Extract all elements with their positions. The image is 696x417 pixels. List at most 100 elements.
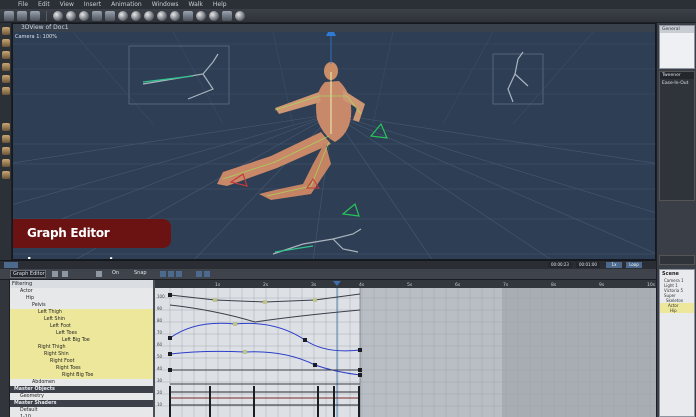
filtering-row[interactable]: Filtering	[10, 280, 153, 288]
y-tick-label: 20	[157, 390, 163, 395]
dolly-tool-icon[interactable]	[2, 159, 10, 167]
frame-all-icon[interactable]	[196, 271, 202, 277]
twist-tool-icon[interactable]	[2, 51, 10, 59]
rotate-icon[interactable]	[131, 10, 141, 21]
scale-tool-icon[interactable]	[2, 63, 10, 71]
y-tick-label: 40	[157, 366, 163, 371]
menu-file[interactable]: File	[18, 1, 28, 8]
general-tab-panel[interactable]: General	[659, 25, 695, 69]
tweener-panel: Tweener Ease-In-Out	[659, 71, 695, 201]
3d-viewport[interactable]: 3DView of Doc1 Camera 1: 100% Graph Edit…	[12, 23, 656, 260]
graph-area[interactable]: 1s 2s 3s 4s 5s 6s 7s 8s 9s 10s 100 90 80 70 60 50 40 30 2…	[155, 280, 656, 417]
tree-item[interactable]: Right Big Toe	[10, 372, 153, 379]
gear-icon[interactable]	[235, 10, 245, 21]
scene-item[interactable]: Hip	[660, 308, 694, 313]
frame-selected-icon[interactable]	[204, 271, 210, 277]
tree-item[interactable]: Pelvis	[10, 302, 153, 309]
move-key-icon[interactable]	[62, 271, 68, 277]
zoom-tool-icon[interactable]	[2, 147, 10, 155]
tree-item[interactable]: Default	[10, 407, 153, 414]
y-tick-label: 70	[157, 330, 163, 335]
camera-tool-icon[interactable]	[2, 171, 10, 179]
tangent-icon[interactable]	[96, 271, 102, 277]
ruler-tick-label: 6s	[455, 282, 461, 288]
tweener-label: Tweener	[660, 72, 694, 79]
menu-edit[interactable]: Edit	[38, 1, 50, 8]
main-figure[interactable]	[217, 62, 365, 200]
camera-label[interactable]: Camera 1: 100%	[15, 34, 57, 40]
tree-item[interactable]: Hip	[10, 295, 153, 302]
timeline-bar[interactable]: 00:00:23 00:01:00 1x Loop	[0, 260, 656, 269]
translate-tool-icon[interactable]	[2, 27, 10, 35]
figure-icon[interactable]	[157, 10, 167, 21]
loop-button[interactable]: Loop	[626, 262, 642, 268]
tree-item[interactable]: Right Thigh	[10, 344, 153, 351]
brush-tool-icon[interactable]	[30, 10, 40, 21]
general-tab[interactable]: General	[660, 26, 694, 33]
tree-item[interactable]: Actor	[10, 288, 153, 295]
y-tick-label: 100	[157, 294, 165, 299]
tree-item[interactable]: Right Toes	[10, 365, 153, 372]
menu-bar: File Edit View Insert Animation Windows …	[0, 0, 696, 9]
tree-item[interactable]: Left Big Toe	[10, 337, 153, 344]
tree-item[interactable]: Left Shin	[10, 316, 153, 323]
key-tool-icon[interactable]	[52, 271, 58, 277]
tree-item[interactable]: Master Objects	[10, 386, 153, 393]
render-icon[interactable]	[66, 10, 76, 21]
orbit-tool-icon[interactable]	[2, 123, 10, 131]
menu-walk[interactable]: Walk	[189, 1, 203, 8]
cloth-icon[interactable]	[222, 10, 232, 21]
play-button[interactable]	[4, 262, 18, 268]
graph-editor-side-tabs[interactable]	[0, 280, 10, 417]
find-field[interactable]	[659, 255, 695, 265]
scene-item[interactable]: Victoria 5 Super	[660, 288, 694, 298]
bone-icon[interactable]	[183, 10, 193, 21]
taper-tool-icon[interactable]	[2, 75, 10, 83]
spline-interp-icon[interactable]	[168, 271, 174, 277]
select-tool-icon[interactable]	[4, 10, 14, 21]
menu-animation[interactable]: Animation	[111, 1, 142, 8]
tree-item[interactable]: Left Foot	[10, 323, 153, 330]
tree-item[interactable]: Master Shaders	[10, 400, 153, 407]
snap-toggle[interactable]: Snap	[134, 270, 147, 276]
sphere-primitive-icon[interactable]	[53, 10, 63, 21]
y-tick-label: 60	[157, 342, 163, 347]
menu-view[interactable]: View	[60, 1, 74, 8]
pan-tool-icon[interactable]	[2, 135, 10, 143]
current-time[interactable]: 00:00:23	[548, 262, 572, 268]
linear-interp-icon[interactable]	[160, 271, 166, 277]
toolbar-divider	[46, 10, 47, 21]
camera-icon[interactable]	[79, 10, 89, 21]
menu-help[interactable]: Help	[213, 1, 227, 8]
ease-label[interactable]: Ease-In-Out	[660, 79, 694, 88]
lasso-tool-icon[interactable]	[17, 10, 27, 21]
chain-tool-icon[interactable]	[2, 87, 10, 95]
tree-item[interactable]: Right Shin	[10, 351, 153, 358]
zoom-button[interactable]: 1x	[606, 262, 622, 268]
end-time[interactable]: 00:01:00	[576, 262, 600, 268]
move-icon[interactable]	[118, 10, 128, 21]
right-panel: General Tweener Ease-In-Out Scene Camera…	[656, 23, 696, 417]
y-tick-label: 90	[157, 306, 163, 311]
title-banner: Graph Editor Improvements	[13, 219, 171, 259]
tree-item[interactable]: Right Foot	[10, 358, 153, 365]
hair-icon[interactable]	[209, 10, 219, 21]
tree-item[interactable]: Abdomen	[10, 379, 153, 386]
graph-editor-dropdown[interactable]: Graph Editor	[10, 270, 46, 278]
light-icon[interactable]	[92, 10, 102, 21]
tree-item[interactable]: Left Toes	[10, 330, 153, 337]
step-interp-icon[interactable]	[176, 271, 182, 277]
graph-canvas[interactable]: 1s 2s 3s 4s 5s 6s 7s 8s 9s 10s 100 90 80 70 60 50 40 30 2…	[155, 280, 656, 417]
material-icon[interactable]	[105, 10, 115, 21]
time-ruler[interactable]	[155, 280, 656, 288]
scale-icon[interactable]	[144, 10, 154, 21]
scene-panel: Scene Camera 1 Light 1 Victoria 5 Super …	[659, 269, 695, 417]
morph-icon[interactable]	[196, 10, 206, 21]
tree-item[interactable]: Geometry	[10, 393, 153, 400]
menu-insert[interactable]: Insert	[84, 1, 101, 8]
menu-windows[interactable]: Windows	[152, 1, 179, 8]
pose-icon[interactable]	[170, 10, 180, 21]
onion-toggle[interactable]: On	[112, 270, 119, 276]
rotate-tool-icon[interactable]	[2, 39, 10, 47]
tree-item[interactable]: Left Thigh	[10, 309, 153, 316]
